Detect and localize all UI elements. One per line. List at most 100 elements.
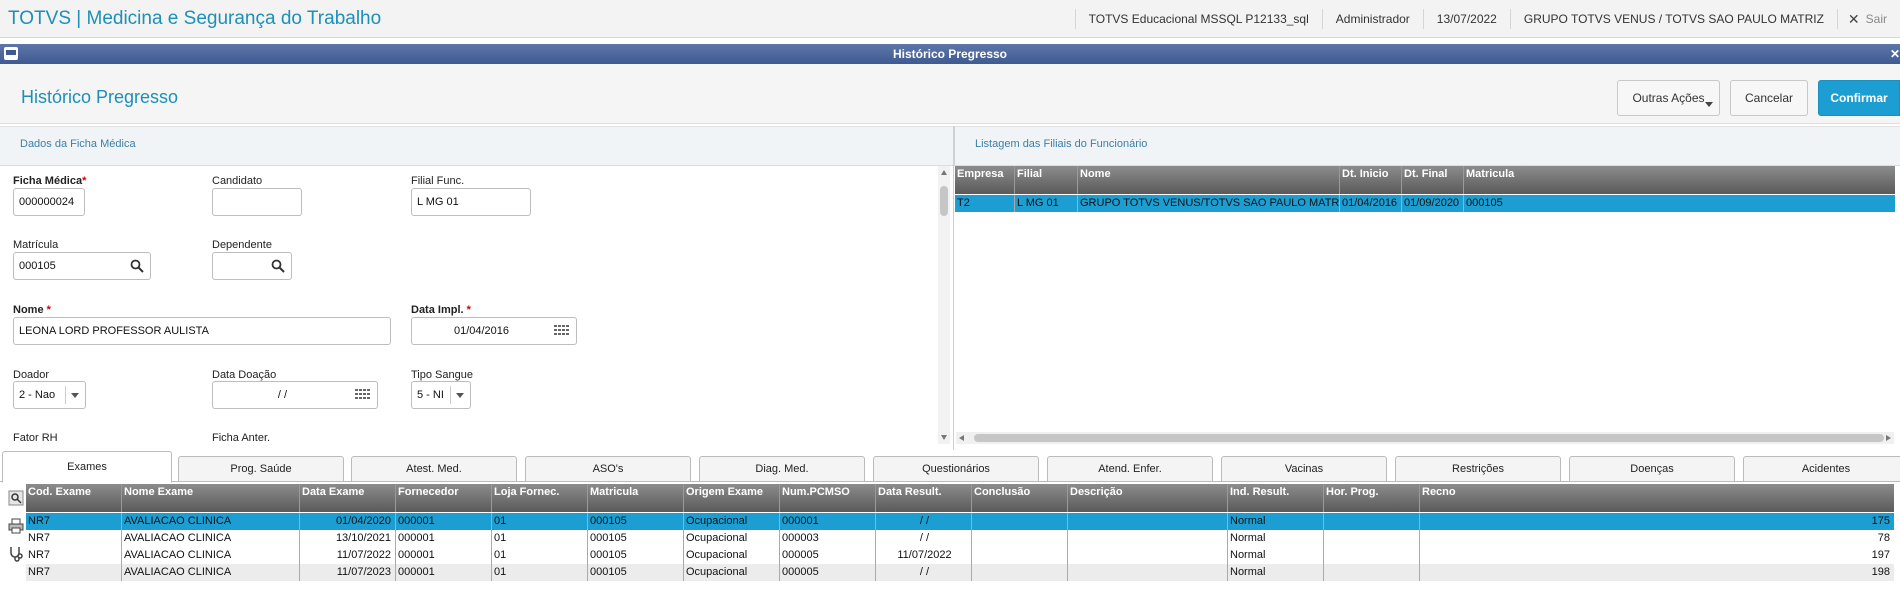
cell: 000105 bbox=[588, 530, 684, 547]
tab-asos[interactable]: ASO's bbox=[525, 456, 691, 482]
filial-func-field[interactable]: L MG 01 bbox=[411, 188, 531, 216]
col-num-pcmso[interactable]: Num.PCMSO bbox=[780, 484, 876, 512]
table-row[interactable]: NR7 AVALIACAO CLINICA 01/04/2020 000001 01 00… bbox=[26, 513, 1894, 530]
cell bbox=[1068, 530, 1228, 547]
cell: GRUPO TOTVS VENUS/TOTVS SAO PAULO MATRIZ bbox=[1078, 195, 1340, 212]
page-header: Histórico Pregresso Outras Ações Cancela… bbox=[0, 64, 1900, 124]
tab-prog-saude[interactable]: Prog. Saúde bbox=[178, 456, 344, 482]
tab-questionarios[interactable]: Questionários bbox=[873, 456, 1039, 482]
chevron-down-icon bbox=[1705, 102, 1713, 107]
col-matricula[interactable]: Matricula bbox=[588, 484, 684, 512]
search-icon[interactable] bbox=[271, 259, 285, 273]
tab-vacinas[interactable]: Vacinas bbox=[1221, 456, 1387, 482]
data-doacao-field[interactable]: / / bbox=[212, 381, 378, 409]
nome-field[interactable]: LEONA LORD PROFESSOR AULISTA bbox=[13, 317, 391, 345]
table-row[interactable]: T2 L MG 01 GRUPO TOTVS VENUS/TOTVS SAO P… bbox=[955, 195, 1895, 212]
tab-atest-med[interactable]: Atest. Med. bbox=[351, 456, 517, 482]
col-matricula[interactable]: Matricula bbox=[1464, 166, 1895, 194]
cancel-button[interactable]: Cancelar bbox=[1730, 80, 1808, 116]
scroll-thumb[interactable] bbox=[974, 434, 1884, 442]
col-filial[interactable]: Filial bbox=[1015, 166, 1078, 194]
cell: 000003 bbox=[780, 530, 876, 547]
cell: 198 bbox=[1871, 566, 1890, 578]
doador-select[interactable]: 2 - Nao bbox=[13, 381, 86, 409]
cell: NR7 bbox=[26, 547, 122, 564]
cell: 01/04/2016 bbox=[1340, 195, 1402, 212]
dependente-field[interactable] bbox=[212, 252, 292, 280]
scroll-right-icon[interactable] bbox=[1886, 435, 1891, 441]
col-empresa[interactable]: Empresa bbox=[955, 166, 1015, 194]
stethoscope-icon[interactable] bbox=[8, 546, 24, 562]
col-hor-prog[interactable]: Hor. Prog. bbox=[1324, 484, 1420, 512]
window-icon[interactable] bbox=[4, 47, 18, 60]
cell: 01/04/2020 bbox=[300, 513, 396, 530]
cell: 197 bbox=[1871, 549, 1890, 561]
cell: NR7 bbox=[26, 513, 122, 530]
tab-exames[interactable]: Exames bbox=[2, 451, 172, 483]
search-icon[interactable] bbox=[130, 259, 144, 273]
chevron-down-icon bbox=[65, 386, 85, 404]
logout-button[interactable]: ✕ Sair bbox=[1836, 9, 1900, 29]
cell: L MG 01 bbox=[1015, 195, 1078, 212]
matricula-value: 000105 bbox=[19, 260, 56, 272]
candidato-field[interactable] bbox=[212, 188, 302, 216]
cell: 000005 bbox=[780, 564, 876, 581]
col-descricao[interactable]: Descrição bbox=[1068, 484, 1228, 512]
tab-bar: Exames Prog. Saúde Atest. Med. ASO's Dia… bbox=[0, 450, 1900, 483]
cell: Normal bbox=[1228, 530, 1324, 547]
data-impl-value: 01/04/2016 bbox=[453, 325, 510, 337]
cell: AVALIACAO CLINICA bbox=[122, 564, 300, 581]
branches-hscrollbar[interactable] bbox=[956, 432, 1894, 444]
col-fornecedor[interactable]: Fornecedor bbox=[396, 484, 492, 512]
ficha-medica-field[interactable]: 000000024 bbox=[13, 188, 85, 216]
print-icon[interactable] bbox=[8, 518, 24, 534]
cell bbox=[1324, 530, 1420, 547]
form-scrollbar[interactable] bbox=[938, 166, 950, 444]
cell: AVALIACAO CLINICA bbox=[122, 513, 300, 530]
cell bbox=[972, 564, 1068, 581]
table-row[interactable]: NR7 AVALIACAO CLINICA 13/10/2021 000001 01 00… bbox=[26, 530, 1894, 547]
data-impl-label: Data Impl. * bbox=[411, 304, 471, 316]
cell: 01 bbox=[492, 547, 588, 564]
col-nome-exame[interactable]: Nome Exame bbox=[122, 484, 300, 512]
search-icon[interactable] bbox=[8, 490, 24, 506]
company-label[interactable]: GRUPO TOTVS VENUS / TOTVS SAO PAULO MATR… bbox=[1509, 9, 1837, 29]
col-ind-result[interactable]: Ind. Result. bbox=[1228, 484, 1324, 512]
data-doacao-label: Data Doação bbox=[212, 369, 277, 381]
calendar-icon[interactable] bbox=[355, 388, 371, 402]
table-row[interactable]: NR7 AVALIACAO CLINICA 11/07/2022 000001 01 00… bbox=[26, 547, 1894, 564]
col-recno[interactable]: Recno bbox=[1420, 484, 1894, 512]
tab-restricoes[interactable]: Restrições bbox=[1395, 456, 1561, 482]
other-actions-button[interactable]: Outras Ações bbox=[1617, 80, 1720, 116]
table-row[interactable]: NR7 AVALIACAO CLINICA 11/07/2023 000001 01 00… bbox=[26, 564, 1894, 581]
left-panel-title: Dados da Ficha Médica bbox=[0, 126, 953, 166]
col-dt-final[interactable]: Dt. Final bbox=[1402, 166, 1464, 194]
tab-diag-med[interactable]: Diag. Med. bbox=[699, 456, 865, 482]
col-data-exame[interactable]: Data Exame bbox=[300, 484, 396, 512]
scroll-thumb[interactable] bbox=[940, 186, 948, 216]
data-impl-field[interactable]: 01/04/2016 bbox=[411, 317, 577, 345]
col-data-result[interactable]: Data Result. bbox=[876, 484, 972, 512]
col-nome[interactable]: Nome bbox=[1078, 166, 1340, 194]
col-conclusao[interactable]: Conclusão bbox=[972, 484, 1068, 512]
col-dt-inicio[interactable]: Dt. Inicio bbox=[1340, 166, 1402, 194]
scroll-up-icon[interactable] bbox=[941, 170, 947, 175]
tab-atend-enfer[interactable]: Atend. Enfer. bbox=[1047, 456, 1213, 482]
window-close-icon[interactable]: ✕ bbox=[1890, 44, 1900, 64]
scroll-down-icon[interactable] bbox=[941, 435, 947, 440]
right-panel-title: Listagem das Filiais do Funcionário bbox=[954, 126, 1900, 166]
tipo-sangue-select[interactable]: 5 - NI bbox=[411, 381, 471, 409]
col-origem-exame[interactable]: Origem Exame bbox=[684, 484, 780, 512]
user-label: Administrador bbox=[1321, 9, 1423, 29]
col-cod-exame[interactable]: Cod. Exame bbox=[26, 484, 122, 512]
chevron-down-icon bbox=[450, 386, 470, 404]
col-loja-fornec[interactable]: Loja Fornec. bbox=[492, 484, 588, 512]
tab-doencas[interactable]: Doenças bbox=[1569, 456, 1735, 482]
tab-acidentes[interactable]: Acidentes bbox=[1743, 456, 1900, 482]
cell bbox=[1324, 564, 1420, 581]
matricula-field[interactable]: 000105 bbox=[13, 252, 151, 280]
scroll-left-icon[interactable] bbox=[959, 435, 964, 441]
calendar-icon[interactable] bbox=[554, 324, 570, 338]
confirm-button[interactable]: Confirmar bbox=[1818, 80, 1900, 116]
environment-label: TOTVS Educacional MSSQL P12133_sql bbox=[1074, 9, 1322, 29]
